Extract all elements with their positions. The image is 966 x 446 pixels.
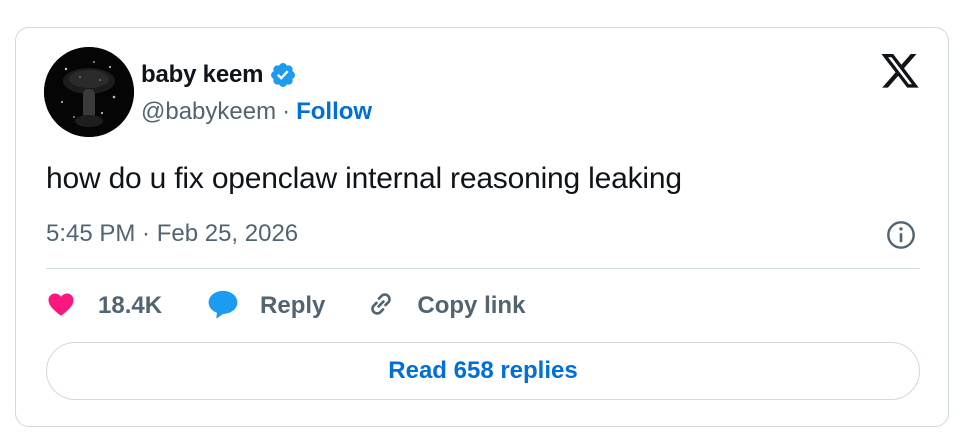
separator-dot: · — [282, 98, 291, 125]
divider — [46, 268, 920, 269]
read-replies-label: Read 658 replies — [388, 357, 578, 384]
like-button[interactable]: 18.4K — [46, 286, 162, 326]
tweet-card[interactable]: baby keem @babykeem · Follow how do u fi… — [15, 27, 949, 427]
speech-bubble-icon — [206, 288, 240, 325]
heart-icon — [46, 289, 76, 324]
verified-badge-icon — [269, 61, 297, 89]
x-logo-icon[interactable] — [879, 54, 921, 92]
copy-link-button[interactable]: Copy link — [365, 286, 525, 326]
reply-label: Reply — [260, 292, 326, 319]
author-name-row: baby keem — [141, 60, 297, 90]
avatar[interactable] — [44, 47, 134, 137]
tweet-timestamp[interactable]: 5:45 PM · Feb 25, 2026 — [46, 220, 298, 248]
follow-button[interactable]: Follow — [296, 98, 372, 126]
link-icon — [365, 288, 397, 325]
author-display-name[interactable]: baby keem — [141, 61, 263, 89]
read-replies-button[interactable]: Read 658 replies — [46, 342, 920, 400]
tweet-actions: 18.4K Reply Copy link — [46, 286, 525, 326]
info-icon[interactable] — [885, 219, 917, 251]
author-handle-row: @babykeem · Follow — [141, 96, 372, 128]
copy-link-label: Copy link — [417, 292, 526, 319]
author-handle[interactable]: @babykeem — [141, 98, 276, 126]
tweet-text: how do u fix openclaw internal reasoning… — [46, 162, 682, 195]
likes-count: 18.4K — [98, 292, 163, 319]
reply-button[interactable]: Reply — [206, 286, 325, 326]
